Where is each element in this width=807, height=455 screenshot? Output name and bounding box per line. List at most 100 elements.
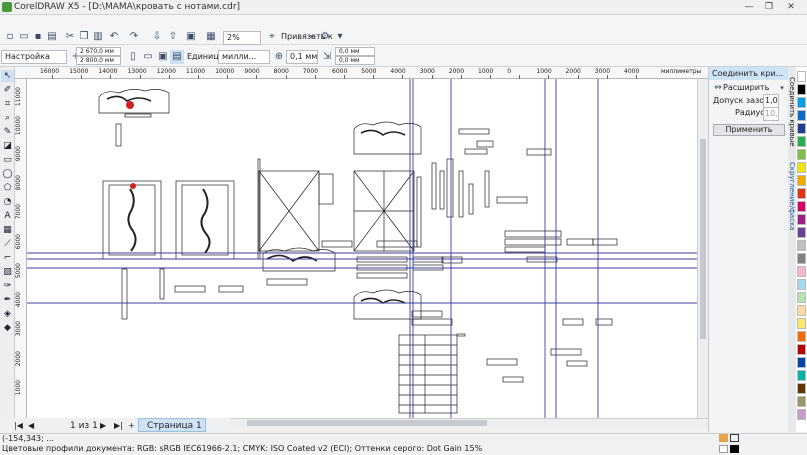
pick-tool-icon[interactable]: ↖ bbox=[1, 70, 14, 82]
app-launcher-icon[interactable]: ▣ bbox=[184, 30, 198, 44]
fill-indicator-icon[interactable] bbox=[719, 434, 728, 442]
minimize-button[interactable]: — bbox=[740, 1, 758, 13]
duplicate-y-field[interactable]: 0,0 мм bbox=[335, 56, 375, 65]
gap-tolerance-input[interactable]: 1,0 bbox=[763, 94, 779, 108]
undo-icon[interactable]: ↶ bbox=[107, 30, 121, 44]
basic-shapes-icon[interactable]: ◔ bbox=[1, 196, 14, 208]
color-profiles-text[interactable]: Цветовые профили документа: RGB: sRGB IE… bbox=[2, 444, 482, 454]
nudge-icon[interactable]: ⊕ bbox=[272, 50, 286, 64]
color-swatch[interactable] bbox=[797, 253, 806, 264]
rectangle-tool-icon[interactable]: ▭ bbox=[1, 154, 14, 166]
prev-page-button[interactable]: ◀ bbox=[28, 420, 34, 432]
ellipse-tool-icon[interactable]: ◯ bbox=[1, 168, 14, 180]
save-icon[interactable]: ▪ bbox=[31, 30, 45, 44]
color-swatch[interactable] bbox=[797, 201, 806, 212]
color-swatch[interactable] bbox=[797, 71, 806, 82]
export-icon[interactable]: ⇧ bbox=[166, 30, 180, 44]
units-select[interactable]: милли... bbox=[218, 50, 270, 64]
join-mode-value[interactable]: Расширить bbox=[723, 82, 769, 94]
color-swatch[interactable] bbox=[797, 396, 806, 407]
page-tab[interactable]: Страница 1 bbox=[138, 418, 206, 432]
next-page-button[interactable]: ▶ bbox=[100, 420, 106, 432]
outline-indicator-icon[interactable] bbox=[730, 434, 739, 442]
import-icon[interactable]: ⇩ bbox=[150, 30, 164, 44]
first-page-button[interactable]: |◀ bbox=[14, 420, 23, 432]
color-swatch[interactable] bbox=[797, 240, 806, 251]
color-swatch[interactable] bbox=[797, 175, 806, 186]
all-pages-icon[interactable]: ▣ bbox=[156, 50, 170, 64]
snap-icon[interactable]: ⌖ bbox=[265, 30, 279, 44]
tab-join-curves[interactable]: Соединить кривые bbox=[788, 77, 796, 157]
page-height-field[interactable]: 2 800,0 мм bbox=[76, 56, 121, 65]
redo-icon[interactable]: ↷ bbox=[127, 30, 141, 44]
blend-tool-icon[interactable]: ▧ bbox=[1, 266, 14, 278]
drawing-canvas[interactable] bbox=[27, 79, 708, 418]
color-swatch[interactable] bbox=[797, 292, 806, 303]
duplicate-distance-icon[interactable]: ⇲ bbox=[320, 50, 334, 64]
color-swatch[interactable] bbox=[797, 123, 806, 134]
outline-swatch-icon[interactable] bbox=[730, 445, 739, 453]
zoom-level[interactable]: 2% bbox=[223, 31, 261, 45]
crop-tool-icon[interactable]: ⌗ bbox=[1, 98, 14, 110]
tab-fillet[interactable]: Скругление/фаска bbox=[788, 162, 796, 272]
polygon-tool-icon[interactable]: ⬠ bbox=[1, 182, 14, 194]
vertical-scrollbar[interactable] bbox=[697, 79, 708, 418]
preset-select[interactable]: Настройка bbox=[1, 50, 67, 64]
welcome-icon[interactable]: ▦ bbox=[204, 30, 218, 44]
color-swatch[interactable] bbox=[797, 214, 806, 225]
shape-tool-icon[interactable]: ✐ bbox=[1, 84, 14, 96]
color-swatch[interactable] bbox=[797, 357, 806, 368]
last-page-button[interactable]: ▶| bbox=[114, 420, 123, 432]
color-swatch[interactable] bbox=[797, 97, 806, 108]
restore-button[interactable]: ❐ bbox=[760, 1, 778, 13]
print-icon[interactable]: ▤ bbox=[45, 30, 59, 44]
horizontal-scroll-thumb[interactable] bbox=[247, 420, 487, 426]
color-swatch[interactable] bbox=[797, 383, 806, 394]
color-swatch[interactable] bbox=[797, 227, 806, 238]
color-swatch[interactable] bbox=[797, 188, 806, 199]
vertical-ruler[interactable]: 11000 10000 9000 8000 7000 6000 5000 4000 3000 20… bbox=[15, 79, 27, 418]
outline-tool-icon[interactable]: ✒ bbox=[1, 294, 14, 306]
color-swatch[interactable] bbox=[797, 279, 806, 290]
apply-button[interactable]: Применить bbox=[713, 124, 785, 136]
page-width-field[interactable]: 2 670,0 мм bbox=[76, 47, 121, 56]
copy-icon[interactable]: ❐ bbox=[77, 30, 91, 44]
chevron-down-icon[interactable]: ▾ bbox=[305, 30, 319, 44]
color-swatch[interactable] bbox=[797, 84, 806, 95]
radius-input[interactable]: 10,0 bbox=[763, 107, 779, 121]
color-swatch[interactable] bbox=[797, 305, 806, 316]
duplicate-x-field[interactable]: 0,0 мм bbox=[335, 47, 375, 56]
fill-swatch-icon[interactable] bbox=[719, 445, 728, 453]
color-swatch[interactable] bbox=[797, 149, 806, 160]
color-swatch[interactable] bbox=[797, 110, 806, 121]
freehand-tool-icon[interactable]: ✎ bbox=[1, 126, 14, 138]
options-icon[interactable]: ⚙ bbox=[318, 30, 332, 44]
color-swatch[interactable] bbox=[797, 318, 806, 329]
landscape-icon[interactable]: ▭ bbox=[141, 50, 155, 64]
paste-icon[interactable]: ▥ bbox=[91, 30, 105, 44]
color-swatch[interactable] bbox=[797, 409, 806, 420]
zoom-tool-icon[interactable]: ⌕ bbox=[1, 112, 14, 124]
color-swatch[interactable] bbox=[797, 344, 806, 355]
chevron-down-icon[interactable]: ▾ bbox=[775, 81, 789, 95]
new-document-icon[interactable]: ▫ bbox=[3, 30, 17, 44]
text-tool-icon[interactable]: A bbox=[1, 210, 14, 222]
horizontal-ruler[interactable]: 16000 15000 14000 13000 12000 11000 10000 9000 8… bbox=[15, 67, 708, 79]
table-tool-icon[interactable]: ▦ bbox=[1, 224, 14, 236]
add-page-button[interactable]: + bbox=[128, 420, 135, 432]
nudge-field[interactable]: 0,1 мм bbox=[286, 50, 318, 64]
color-swatch[interactable] bbox=[797, 162, 806, 173]
vertical-scroll-thumb[interactable] bbox=[700, 139, 706, 339]
dimension-tool-icon[interactable]: ⟋ bbox=[1, 238, 14, 250]
options-2-icon[interactable]: ▾ bbox=[333, 30, 347, 44]
cut-icon[interactable]: ✂ bbox=[63, 30, 77, 44]
color-swatch[interactable] bbox=[797, 370, 806, 381]
current-page-icon[interactable]: ▤ bbox=[170, 50, 184, 64]
eyedropper-icon[interactable]: ✑ bbox=[1, 280, 14, 292]
open-icon[interactable]: ▭ bbox=[17, 30, 31, 44]
fill-tool-icon[interactable]: ◈ bbox=[1, 308, 14, 320]
color-swatch[interactable] bbox=[797, 331, 806, 342]
interactive-fill-icon[interactable]: ◆ bbox=[1, 322, 14, 334]
close-button[interactable]: ✕ bbox=[782, 1, 800, 13]
smart-fill-icon[interactable]: ◪ bbox=[1, 140, 14, 152]
